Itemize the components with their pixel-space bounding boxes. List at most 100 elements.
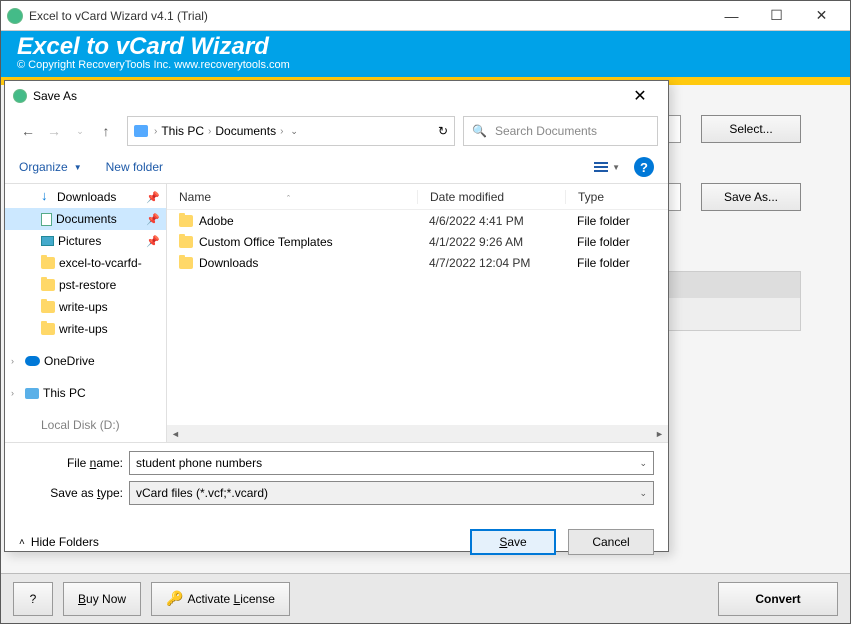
nav-history-dropdown[interactable]: ⌄ bbox=[67, 118, 93, 144]
list-item[interactable]: Downloads 4/7/2022 12:04 PM File folder bbox=[167, 252, 668, 273]
chevron-right-icon: › bbox=[208, 126, 211, 137]
documents-icon bbox=[41, 213, 52, 226]
minimize-button[interactable]: — bbox=[709, 1, 754, 31]
view-mode-button[interactable]: ▼ bbox=[594, 162, 620, 172]
folder-icon bbox=[41, 257, 55, 269]
chevron-up-icon: ˄ bbox=[19, 537, 25, 548]
new-folder-button[interactable]: New folder bbox=[106, 160, 163, 174]
tree-downloads[interactable]: Downloads📌 bbox=[5, 186, 166, 208]
scroll-left-icon[interactable]: ◄ bbox=[167, 429, 184, 439]
convert-button[interactable]: Convert bbox=[718, 582, 838, 616]
cancel-button[interactable]: Cancel bbox=[568, 529, 654, 555]
scroll-right-icon[interactable]: ► bbox=[651, 429, 668, 439]
save-as-dialog: Save As ✕ ← → ⌄ ↑ › This PC › Documents … bbox=[4, 80, 669, 552]
download-icon bbox=[41, 191, 53, 203]
search-input[interactable]: 🔍 Search Documents bbox=[463, 116, 658, 146]
crumb-thispc[interactable]: This PC bbox=[161, 124, 204, 138]
main-footer: ? Buy Now 🔑Activate License Convert bbox=[1, 573, 850, 623]
hide-folders-toggle[interactable]: ˄ Hide Folders bbox=[19, 535, 99, 549]
dialog-toolbar: Organize ▼ New folder ▼ ? bbox=[5, 151, 668, 183]
sort-asc-icon: ˆ bbox=[287, 194, 290, 204]
folder-icon bbox=[41, 301, 55, 313]
list-view-icon bbox=[594, 162, 608, 172]
chevron-down-icon: ▼ bbox=[612, 163, 620, 172]
dialog-close-button[interactable]: ✕ bbox=[620, 86, 660, 106]
pictures-icon bbox=[41, 236, 54, 246]
folder-icon bbox=[179, 215, 193, 227]
col-type[interactable]: Type bbox=[565, 190, 668, 204]
dialog-main: Downloads📌 Documents📌 Pictures📌 excel-to… bbox=[5, 183, 668, 443]
folder-icon bbox=[179, 236, 193, 248]
nav-forward-button[interactable]: → bbox=[41, 118, 67, 144]
tree-pst-folder[interactable]: pst-restore bbox=[5, 274, 166, 296]
folder-tree: Downloads📌 Documents📌 Pictures📌 excel-to… bbox=[5, 184, 167, 442]
chevron-right-icon: › bbox=[280, 126, 283, 137]
main-titlebar: Excel to vCard Wizard v4.1 (Trial) — ☐ ✕ bbox=[1, 1, 850, 31]
thispc-icon bbox=[25, 388, 39, 399]
maximize-button[interactable]: ☐ bbox=[754, 1, 799, 31]
dialog-nav: ← → ⌄ ↑ › This PC › Documents › ⌄ ↻ 🔍 Se… bbox=[5, 111, 668, 151]
address-bar[interactable]: › This PC › Documents › ⌄ ↻ bbox=[127, 116, 455, 146]
tree-onedrive[interactable]: ›OneDrive bbox=[5, 350, 166, 372]
chevron-right-icon: › bbox=[11, 356, 14, 366]
pin-icon: 📌 bbox=[146, 235, 160, 248]
savetype-select[interactable]: vCard files (*.vcf;*.vcard)⌄ bbox=[129, 481, 654, 505]
tree-writeups1[interactable]: write-ups bbox=[5, 296, 166, 318]
chevron-down-icon[interactable]: ⌄ bbox=[639, 488, 647, 499]
save-button[interactable]: Save bbox=[470, 529, 556, 555]
crumb-documents[interactable]: Documents bbox=[215, 124, 276, 138]
thispc-icon bbox=[134, 125, 148, 137]
tree-thispc[interactable]: ›This PC bbox=[5, 382, 166, 404]
list-item[interactable]: Custom Office Templates 4/1/2022 9:26 AM… bbox=[167, 231, 668, 252]
app-header-copyright: © Copyright RecoveryTools Inc. www.recov… bbox=[17, 59, 834, 71]
nav-up-button[interactable]: ↑ bbox=[93, 118, 119, 144]
main-window: Excel to vCard Wizard v4.1 (Trial) — ☐ ✕… bbox=[0, 0, 851, 624]
help-button[interactable]: ? bbox=[13, 582, 53, 616]
folder-icon bbox=[179, 257, 193, 269]
tree-localdisk[interactable]: Local Disk (D:) bbox=[5, 414, 166, 436]
pin-icon: 📌 bbox=[146, 213, 160, 226]
folder-icon bbox=[41, 279, 55, 291]
nav-back-button[interactable]: ← bbox=[15, 118, 41, 144]
col-date[interactable]: Date modified bbox=[417, 190, 565, 204]
help-icon[interactable]: ? bbox=[634, 157, 654, 177]
chevron-right-icon: › bbox=[11, 388, 14, 398]
dialog-app-icon bbox=[13, 89, 27, 103]
dialog-titlebar: Save As ✕ bbox=[5, 81, 668, 111]
search-icon: 🔍 bbox=[472, 124, 487, 138]
filename-input[interactable]: student phone numbers⌄ bbox=[129, 451, 654, 475]
app-header-title: Excel to vCard Wizard bbox=[17, 33, 834, 61]
app-header: Excel to vCard Wizard © Copyright Recove… bbox=[1, 31, 850, 77]
refresh-button[interactable]: ↻ bbox=[438, 124, 448, 138]
tree-excel-folder[interactable]: excel-to-vcarfd- bbox=[5, 252, 166, 274]
search-placeholder: Search Documents bbox=[495, 124, 597, 138]
filename-label: File name: bbox=[19, 456, 129, 470]
app-icon bbox=[7, 8, 23, 24]
organize-menu[interactable]: Organize bbox=[19, 160, 68, 174]
buy-now-button[interactable]: Buy Now bbox=[63, 582, 141, 616]
dialog-fields: File name: student phone numbers⌄ Save a… bbox=[5, 443, 668, 519]
saveas-button[interactable]: Save As... bbox=[701, 183, 801, 211]
chevron-right-icon: › bbox=[154, 126, 157, 137]
onedrive-icon bbox=[25, 356, 40, 366]
key-icon: 🔑 bbox=[166, 590, 183, 606]
folder-icon bbox=[41, 323, 55, 335]
tree-pictures[interactable]: Pictures📌 bbox=[5, 230, 166, 252]
horizontal-scrollbar[interactable]: ◄ ► bbox=[167, 425, 668, 442]
list-item[interactable]: Adobe 4/6/2022 4:41 PM File folder bbox=[167, 210, 668, 231]
dialog-footer: ˄ Hide Folders Save Cancel bbox=[5, 519, 668, 565]
tree-documents[interactable]: Documents📌 bbox=[5, 208, 166, 230]
pin-icon: 📌 bbox=[146, 191, 160, 204]
chevron-down-icon[interactable]: ⌄ bbox=[639, 458, 647, 469]
file-list: Nameˆ Date modified Type Adobe 4/6/2022 … bbox=[167, 184, 668, 442]
savetype-label: Save as type: bbox=[19, 486, 129, 500]
dialog-title: Save As bbox=[33, 89, 77, 103]
chevron-down-icon: ▼ bbox=[74, 163, 82, 172]
close-button[interactable]: ✕ bbox=[799, 1, 844, 31]
col-name[interactable]: Nameˆ bbox=[167, 190, 417, 204]
activate-license-button[interactable]: 🔑Activate License bbox=[151, 582, 290, 616]
tree-writeups2[interactable]: write-ups bbox=[5, 318, 166, 340]
select-button[interactable]: Select... bbox=[701, 115, 801, 143]
column-headers: Nameˆ Date modified Type bbox=[167, 184, 668, 210]
addr-dropdown-icon[interactable]: ⌄ bbox=[290, 126, 298, 137]
